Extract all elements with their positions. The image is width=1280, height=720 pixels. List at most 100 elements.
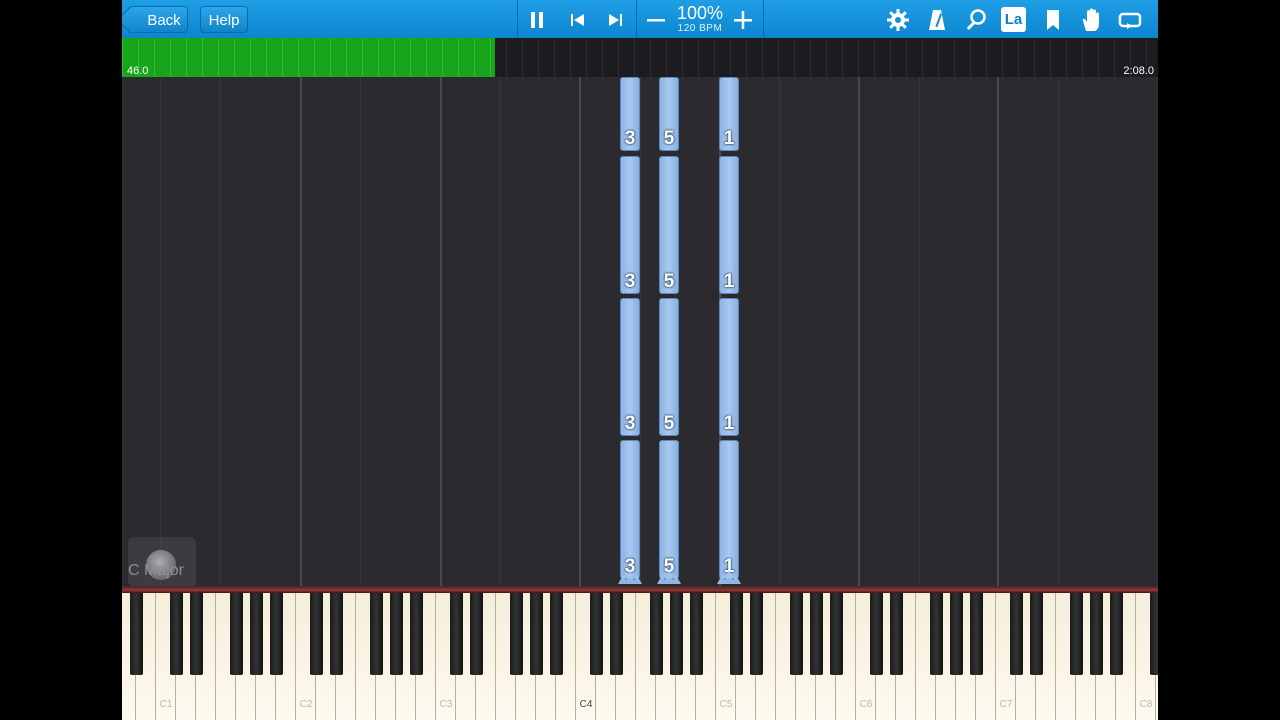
key-line — [919, 77, 920, 586]
black-key[interactable] — [1149, 593, 1158, 675]
black-key[interactable] — [549, 593, 563, 675]
key-line — [220, 77, 221, 586]
black-key[interactable] — [689, 593, 703, 675]
black-key[interactable] — [309, 593, 323, 675]
back-label: Back — [147, 12, 181, 29]
hit-spark-icon — [717, 570, 741, 584]
black-key[interactable] — [169, 593, 183, 675]
hand-icon[interactable] — [1078, 7, 1104, 33]
black-key[interactable] — [469, 593, 483, 675]
hit-spark-icon — [618, 570, 642, 584]
note-roll — [122, 77, 1158, 586]
octave-label: C7 — [999, 699, 1013, 710]
finger-number: 3 — [624, 271, 636, 292]
black-key[interactable] — [729, 593, 743, 675]
toolbar: Back Help 100% 120 BPM La — [122, 0, 1158, 39]
metronome-icon[interactable] — [924, 7, 950, 33]
octave-label: C5 — [719, 699, 733, 710]
total-time: 2:08.0 — [1123, 65, 1154, 77]
pause-icon[interactable] — [524, 7, 550, 33]
black-key[interactable] — [229, 593, 243, 675]
black-key[interactable] — [949, 593, 963, 675]
gear-icon[interactable] — [885, 7, 911, 33]
black-key[interactable] — [1069, 593, 1083, 675]
black-key[interactable] — [1109, 593, 1123, 675]
finger-number: 5 — [663, 128, 675, 149]
progress-fill — [122, 38, 495, 77]
piano-rail — [122, 586, 1158, 593]
key-line — [640, 77, 641, 586]
plus-icon[interactable] — [730, 7, 756, 33]
current-time: 46.0 — [127, 65, 149, 77]
black-key[interactable] — [249, 593, 263, 675]
black-key[interactable] — [329, 593, 343, 675]
black-key[interactable] — [589, 593, 603, 675]
separator — [517, 0, 518, 38]
finger-number: 5 — [663, 413, 675, 434]
song-progress-bar[interactable]: 46.0 2:08.0 — [122, 38, 1158, 77]
minus-icon[interactable] — [643, 7, 669, 33]
octave-line — [579, 77, 581, 586]
black-key[interactable] — [409, 593, 423, 675]
octave-line — [440, 77, 442, 586]
hit-spark-icon — [657, 570, 681, 584]
black-key[interactable] — [969, 593, 983, 675]
help-button[interactable]: Help — [200, 6, 248, 33]
finger-number: 1 — [723, 413, 735, 434]
octave-label: C6 — [859, 699, 873, 710]
piano-keyboard[interactable]: C1 C2 C3 C4 C5 C6 C7 C8 — [122, 593, 1158, 720]
octave-line — [997, 77, 999, 586]
black-key[interactable] — [889, 593, 903, 675]
black-key[interactable] — [1089, 593, 1103, 675]
black-key[interactable] — [1009, 593, 1023, 675]
key-line — [1058, 77, 1059, 586]
octave-label: C2 — [299, 699, 313, 710]
back-button[interactable]: Back — [128, 6, 188, 33]
octave-label: C8 — [1139, 699, 1153, 710]
magnifier-icon[interactable] — [963, 7, 989, 33]
black-key[interactable] — [509, 593, 523, 675]
key-signature-label: C Major — [128, 562, 185, 579]
tempo-bpm: 120 BPM — [677, 23, 723, 34]
la-icon[interactable]: La — [1001, 7, 1026, 32]
black-key[interactable] — [1029, 593, 1043, 675]
finger-number: 1 — [723, 128, 735, 149]
synthesia-app: Back Help 100% 120 BPM La 46.0 2:08.0 C … — [122, 0, 1158, 720]
black-key[interactable] — [189, 593, 203, 675]
black-key[interactable] — [389, 593, 403, 675]
skip-end-icon[interactable] — [603, 7, 629, 33]
black-key[interactable] — [269, 593, 283, 675]
black-key[interactable] — [749, 593, 763, 675]
black-key[interactable] — [829, 593, 843, 675]
octave-line — [300, 77, 302, 586]
black-key[interactable] — [609, 593, 623, 675]
key-line — [160, 77, 161, 586]
bookmark-icon[interactable] — [1040, 7, 1066, 33]
black-key[interactable] — [529, 593, 543, 675]
loop-icon[interactable] — [1117, 7, 1143, 33]
separator — [763, 0, 764, 38]
key-line — [779, 77, 780, 586]
black-key[interactable] — [449, 593, 463, 675]
skip-start-icon[interactable] — [564, 7, 590, 33]
key-line — [360, 77, 361, 586]
finger-number: 1 — [723, 271, 735, 292]
octave-line — [858, 77, 860, 586]
black-key[interactable] — [929, 593, 943, 675]
black-key[interactable] — [669, 593, 683, 675]
octave-label: C4 — [579, 699, 593, 710]
octave-label: C3 — [439, 699, 453, 710]
la-label: La — [1004, 11, 1023, 28]
key-line — [500, 77, 501, 586]
black-key[interactable] — [649, 593, 663, 675]
black-key[interactable] — [809, 593, 823, 675]
black-key[interactable] — [789, 593, 803, 675]
tempo-percent[interactable]: 100% — [673, 3, 727, 23]
finger-number: 3 — [624, 128, 636, 149]
black-key[interactable] — [369, 593, 383, 675]
black-key[interactable] — [869, 593, 883, 675]
black-key[interactable] — [129, 593, 143, 675]
octave-label: C1 — [159, 699, 173, 710]
finger-number: 5 — [663, 271, 675, 292]
help-label: Help — [208, 12, 240, 29]
